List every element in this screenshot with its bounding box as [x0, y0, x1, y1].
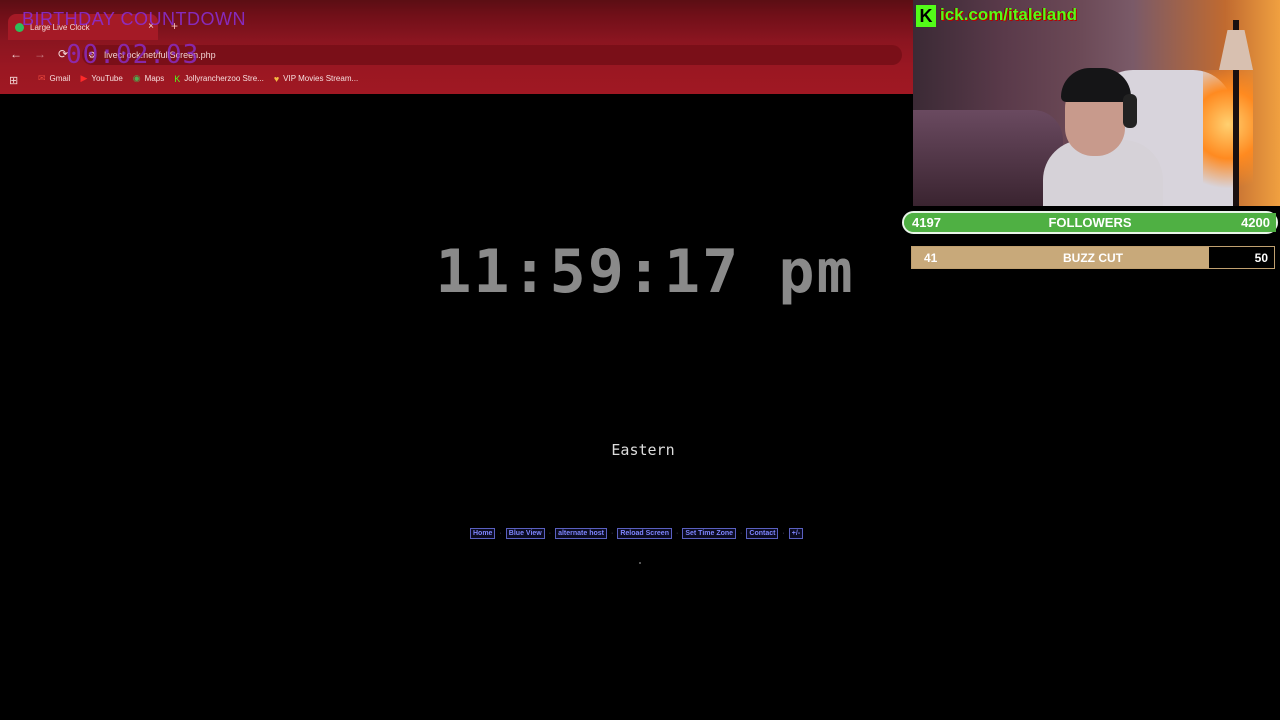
- bookmark-label: Gmail: [49, 74, 71, 83]
- webcam-lampshade: [1219, 30, 1253, 70]
- bookmark-item[interactable]: ♥ VIP Movies Stream...: [274, 73, 358, 84]
- bookmark-list: ✉ Gmail ▶ YouTube ◉ Maps K Jollyrancherzoo Stre…: [38, 73, 358, 84]
- address-bar[interactable]: ⚙ livecl ock.net/fullScreen.php: [82, 45, 902, 65]
- bookmark-item[interactable]: ▶ YouTube: [80, 73, 122, 84]
- webcam-headset: [1123, 94, 1137, 128]
- bookmarks-bar: ⊞ ✉ Gmail ▶ YouTube ◉ Maps K Jollyrancherzoo St…: [0, 70, 913, 90]
- bookmark-item[interactable]: K Jollyrancherzoo Stre...: [174, 73, 264, 84]
- webcam-streamer: [1043, 60, 1163, 206]
- bookmark-icon: ♥: [273, 73, 280, 84]
- apps-grid-icon[interactable]: ⊞: [9, 74, 18, 87]
- webcam-bed: [913, 110, 1063, 206]
- link-separator: ·: [675, 530, 679, 537]
- bookmark-item[interactable]: ◉ Maps: [133, 73, 164, 84]
- link-separator: ·: [611, 530, 614, 537]
- bookmark-icon: K: [174, 73, 181, 84]
- clock-links-row: Home · Blue View · alternate host · Reload Scr…: [470, 528, 804, 539]
- timezone-label: Eastern: [611, 441, 675, 459]
- bookmark-label: YouTube: [91, 74, 123, 83]
- page-dot: [639, 562, 641, 564]
- clock-link-home[interactable]: Home: [470, 528, 496, 539]
- forward-arrow-icon[interactable]: →: [34, 47, 46, 61]
- bookmark-icon: ▶: [80, 73, 88, 83]
- followers-label: FOLLOWERS: [1048, 215, 1132, 230]
- clock-link-contact[interactable]: Contact: [746, 528, 779, 539]
- kick-channel-url: ick.com/italeland: [940, 5, 1077, 24]
- webcam-feed: [913, 0, 1280, 206]
- kick-logo-icon: K: [916, 5, 936, 27]
- clock-link-reload-screen[interactable]: Reload Screen: [617, 528, 672, 539]
- bookmark-icon: ◉: [132, 73, 141, 83]
- bookmark-label: Maps: [144, 74, 165, 83]
- birthday-countdown-timer: 00:02:03: [66, 40, 200, 70]
- followers-goal: 4200: [1241, 215, 1270, 230]
- clock-link-blue-view[interactable]: Blue View: [505, 528, 545, 539]
- clock-link-set-time-zone[interactable]: Set Time Zone: [682, 528, 737, 539]
- link-separator: ·: [740, 530, 743, 537]
- bookmark-item[interactable]: ✉ Gmail: [38, 73, 70, 84]
- bookmark-label: VIP Movies Stream...: [283, 74, 359, 83]
- clock-link-plus-minus[interactable]: +/-: [788, 528, 804, 539]
- birthday-countdown-title: BIRTHDAY COUNTDOWN: [22, 9, 247, 29]
- followers-goal-bar: 4197 FOLLOWERS 4200: [902, 211, 1278, 234]
- webcam-christmas-lights: [1203, 70, 1253, 206]
- back-arrow-icon[interactable]: ←: [10, 47, 22, 61]
- bookmark-label: Jollyrancherzoo Stre...: [184, 74, 264, 83]
- live-clock-time: 11:59:17 pm: [435, 237, 855, 307]
- webcam-beanie: [1061, 68, 1131, 102]
- link-separator: ·: [782, 530, 785, 537]
- link-separator: ·: [499, 530, 502, 537]
- link-separator: ·: [548, 530, 552, 537]
- bookmark-icon: ✉: [38, 73, 46, 83]
- clock-link-alternate-host[interactable]: alternate host: [555, 528, 607, 539]
